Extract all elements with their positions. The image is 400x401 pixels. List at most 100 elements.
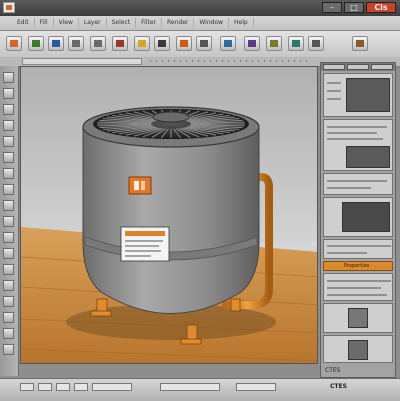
left-tool-icon[interactable]	[3, 88, 14, 99]
light-button[interactable]	[134, 36, 150, 51]
properties-header[interactable]: Properties	[323, 261, 393, 271]
panel-section-object-a	[323, 303, 393, 333]
menu-row: Edit Fill View Layer Select Filter Render Windo…	[12, 18, 254, 28]
left-tool-icon[interactable]	[3, 296, 14, 307]
document-tab[interactable]	[22, 58, 142, 65]
left-tool-icon[interactable]	[3, 248, 14, 259]
3d-viewport[interactable]	[20, 66, 318, 364]
material-icon	[158, 40, 166, 47]
maximize-button[interactable]: □	[344, 2, 364, 13]
status-box-1[interactable]	[20, 383, 34, 391]
status-bar: CTES	[0, 378, 400, 401]
camera-icon	[116, 40, 124, 47]
emblem-icon	[128, 176, 152, 195]
status-box-4[interactable]	[74, 383, 88, 391]
zoom-icon	[312, 40, 320, 47]
panel-tab-1[interactable]	[323, 64, 345, 70]
viewport-render	[21, 67, 317, 363]
zoom-button[interactable]	[308, 36, 324, 51]
new-file-button[interactable]	[6, 36, 22, 51]
left-tool-icon[interactable]	[3, 200, 14, 211]
grid-icon	[200, 40, 208, 47]
left-tool-icon[interactable]	[3, 344, 14, 355]
snap-button[interactable]	[288, 36, 304, 51]
left-tool-icon[interactable]	[3, 168, 14, 179]
menu-item-render[interactable]: Render	[162, 18, 195, 28]
pan-icon	[356, 40, 364, 47]
title-bar: – □ Cls	[0, 0, 400, 17]
left-tool-icon[interactable]	[3, 216, 14, 227]
scale-icon	[270, 40, 278, 47]
menu-item-window[interactable]: Window	[194, 18, 230, 28]
object-thumbnail-b[interactable]	[348, 340, 368, 360]
minimize-button[interactable]: –	[322, 2, 342, 13]
panel-tab-3[interactable]	[371, 64, 393, 70]
menu-item-filter[interactable]: Filter	[136, 18, 162, 28]
light-icon	[138, 40, 146, 47]
snap-icon	[292, 40, 300, 47]
properties-panel: Properties CTES	[320, 62, 396, 378]
left-tool-icon[interactable]	[3, 184, 14, 195]
material-thumbnail[interactable]	[346, 146, 390, 168]
panel-section-preview	[323, 73, 393, 117]
left-tool-icon[interactable]	[3, 72, 14, 83]
left-tool-icon[interactable]	[3, 328, 14, 339]
menu-item-layer[interactable]: Layer	[79, 18, 107, 28]
left-tool-icon[interactable]	[3, 104, 14, 115]
material-button[interactable]	[154, 36, 170, 51]
status-box-2[interactable]	[38, 383, 52, 391]
camera-button[interactable]	[112, 36, 128, 51]
panel-section-list	[323, 273, 393, 301]
left-tool-icon[interactable]	[3, 264, 14, 275]
redo-button[interactable]	[90, 36, 106, 51]
menu-item-select[interactable]: Select	[107, 18, 137, 28]
panel-tab-2[interactable]	[347, 64, 369, 70]
status-right: CTES	[330, 383, 347, 390]
app-window: – □ Cls Edit Fill View Layer Select Filter Ren…	[0, 0, 400, 401]
left-tool-icon[interactable]	[3, 120, 14, 131]
open-button[interactable]	[28, 36, 44, 51]
status-zoom-field[interactable]	[92, 383, 132, 391]
undo-button[interactable]	[68, 36, 84, 51]
ruler	[150, 60, 310, 62]
preview-thumbnail	[346, 78, 390, 112]
left-tool-icon[interactable]	[3, 232, 14, 243]
status-coordinates-field	[160, 383, 220, 391]
menu-item-edit[interactable]: Edit	[12, 18, 35, 28]
redo-icon	[94, 40, 102, 47]
status-box-3[interactable]	[56, 383, 70, 391]
move-icon	[224, 40, 232, 47]
menu-item-help[interactable]: Help	[229, 18, 254, 28]
status-info-field	[236, 383, 276, 391]
tank-body	[82, 126, 260, 314]
panel-section-options	[323, 173, 393, 195]
left-tool-icon[interactable]	[3, 152, 14, 163]
left-tool-icon[interactable]	[3, 312, 14, 323]
menu-item-view[interactable]: View	[54, 18, 79, 28]
save-icon	[52, 40, 60, 47]
panel-section-materials	[323, 119, 393, 171]
move-button[interactable]	[220, 36, 236, 51]
save-button[interactable]	[48, 36, 64, 51]
scale-button[interactable]	[266, 36, 282, 51]
left-tool-icon[interactable]	[3, 280, 14, 291]
rotate-icon	[248, 40, 256, 47]
texture-thumbnail[interactable]	[342, 202, 390, 232]
grid-button[interactable]	[196, 36, 212, 51]
menu-bar: Edit Fill View Layer Select Filter Render Windo…	[0, 16, 400, 31]
object-thumbnail-a[interactable]	[348, 308, 368, 328]
pan-button[interactable]	[352, 36, 368, 51]
properties-header-label: Properties	[344, 263, 370, 269]
panel-tabs	[321, 63, 395, 71]
panel-footer-label: CTES	[325, 367, 341, 374]
rotate-button[interactable]	[244, 36, 260, 51]
render-button[interactable]	[176, 36, 192, 51]
panel-section-settings	[323, 239, 393, 259]
new-file-icon	[10, 40, 18, 47]
left-tool-icon[interactable]	[3, 136, 14, 147]
close-button[interactable]: Cls	[366, 2, 396, 13]
panel-section-object-b	[323, 335, 393, 363]
main-toolbar	[0, 31, 400, 58]
panel-section-texture	[323, 197, 393, 237]
menu-item-fill[interactable]: Fill	[35, 18, 54, 28]
